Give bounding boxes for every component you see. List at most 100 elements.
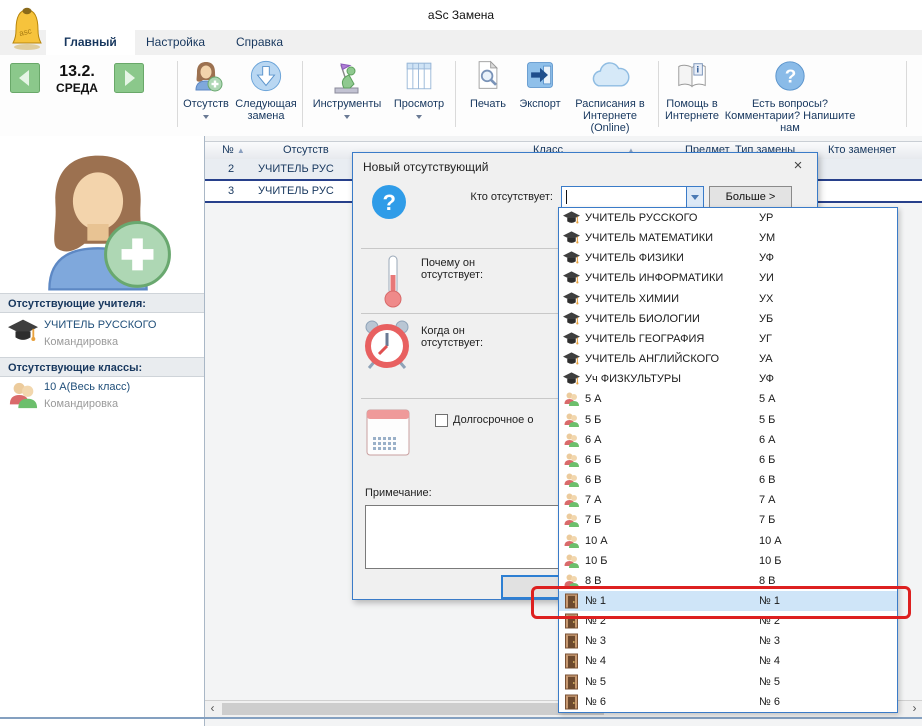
dropdown-item[interactable]: 5 А5 А xyxy=(559,389,897,409)
down-arrow-circle-icon xyxy=(249,59,283,97)
questions-feedback-button[interactable]: ? Есть вопросы? Комментарии? Напишите на… xyxy=(724,58,856,134)
class-people-icon xyxy=(8,380,38,410)
dropdown-item[interactable]: 10 А10 А xyxy=(559,531,897,551)
chevron-down-icon xyxy=(203,115,209,119)
who-absent-combobox[interactable] xyxy=(561,186,704,208)
column-header-absent[interactable]: Отсутств xyxy=(283,144,329,156)
door-icon xyxy=(563,653,580,669)
app-logo-bell-icon: asc xyxy=(10,6,44,50)
graduation-cap-icon xyxy=(563,331,580,347)
dropdown-item[interactable]: 10 Б10 Б xyxy=(559,551,897,571)
dropdown-item[interactable]: № 5№ 5 xyxy=(559,672,897,692)
dropdown-item-name: УЧИТЕЛЬ ГЕОГРАФИЯ xyxy=(585,333,704,345)
dropdown-item[interactable]: УЧИТЕЛЬ БИОЛОГИИУБ xyxy=(559,309,897,329)
column-header-substitute[interactable]: Кто заменяет xyxy=(828,144,896,156)
dropdown-item-code: № 6 xyxy=(759,696,780,708)
date-weekday: СРЕДА xyxy=(42,81,112,95)
absent-person-add-icon xyxy=(189,59,223,97)
dropdown-item[interactable]: 7 А7 А xyxy=(559,490,897,510)
close-icon[interactable]: × xyxy=(789,157,807,174)
dropdown-item-code: УИ xyxy=(759,272,774,284)
chevron-down-icon xyxy=(344,115,350,119)
dropdown-item-name: Уч ФИЗКУЛЬТУРЫ xyxy=(585,373,681,385)
dropdown-item[interactable]: 6 В6 В xyxy=(559,470,897,490)
dropdown-item-code: 5 А xyxy=(759,393,776,405)
dialog-title: Новый отсутствующий xyxy=(363,160,488,174)
absent-teacher-name: УЧИТЕЛЬ РУССКОГО xyxy=(44,319,156,331)
dropdown-item-name: № 5 xyxy=(585,676,606,688)
next-substitution-button[interactable]: Следующая замена xyxy=(232,58,300,134)
dropdown-item-code: УР xyxy=(759,212,773,224)
tabstrip: Главный Настройка Справка xyxy=(0,30,922,55)
window-title: aSc Замена xyxy=(0,8,922,22)
dropdown-item-code: № 4 xyxy=(759,655,780,667)
absent-class-item[interactable]: 10 А(Весь класс) Командировка xyxy=(0,377,204,419)
dropdown-item-code: УХ xyxy=(759,293,773,305)
dropdown-item-name: 6 А xyxy=(585,434,602,446)
dropdown-item[interactable]: УЧИТЕЛЬ АНГЛИЙСКОГОУА xyxy=(559,349,897,369)
tab-help[interactable]: Справка xyxy=(218,30,301,55)
view-button[interactable]: Просмотр xyxy=(388,58,450,134)
more-button[interactable]: Больше > xyxy=(709,186,792,209)
red-annotation-box xyxy=(531,586,911,619)
longterm-checkbox[interactable] xyxy=(435,414,448,427)
note-label: Примечание: xyxy=(365,487,432,499)
tab-main[interactable]: Главный xyxy=(46,30,135,55)
previous-day-button[interactable] xyxy=(10,63,40,93)
dropdown-item[interactable]: УЧИТЕЛЬ ФИЗИКИУФ xyxy=(559,248,897,268)
print-button[interactable]: Печать xyxy=(462,58,514,134)
tools-button[interactable]: Инструменты xyxy=(306,58,388,134)
dropdown-item-code: 6 А xyxy=(759,434,776,446)
row-number: 2 xyxy=(228,163,234,175)
online-timetables-button[interactable]: Расписания в Интернете (Online) xyxy=(566,58,654,134)
dropdown-item[interactable]: № 3№ 3 xyxy=(559,631,897,651)
graduation-cap-icon xyxy=(563,371,580,387)
absent-teacher-item[interactable]: УЧИТЕЛЬ РУССКОГО Командировка xyxy=(0,315,204,357)
dropdown-item-name: № 3 xyxy=(585,635,606,647)
graduation-cap-icon xyxy=(563,210,580,226)
combobox-dropdown-button[interactable] xyxy=(686,187,703,207)
absent-button[interactable]: Отсутств xyxy=(180,58,232,134)
dropdown-item[interactable]: УЧИТЕЛЬ РУССКОГОУР xyxy=(559,208,897,228)
ribbon-separator xyxy=(455,61,456,127)
columns-grid-icon xyxy=(402,59,436,97)
dropdown-item[interactable]: УЧИТЕЛЬ МАТЕМАТИКИУМ xyxy=(559,228,897,248)
dropdown-item[interactable]: УЧИТЕЛЬ ГЕОГРАФИЯУГ xyxy=(559,329,897,349)
dropdown-item[interactable]: УЧИТЕЛЬ ХИМИИ УХ xyxy=(559,289,897,309)
dropdown-item-name: УЧИТЕЛЬ ХИМИИ xyxy=(585,293,679,305)
dropdown-item[interactable]: 7 Б7 Б xyxy=(559,510,897,530)
dropdown-item[interactable]: Уч ФИЗКУЛЬТУРЫУФ xyxy=(559,369,897,389)
scroll-left-icon[interactable]: ‹ xyxy=(205,701,220,717)
dropdown-item-code: УФ xyxy=(759,252,774,264)
ribbon-separator xyxy=(658,61,659,127)
scroll-right-icon[interactable]: › xyxy=(907,701,922,717)
graduation-cap-icon xyxy=(563,291,580,307)
dropdown-item[interactable]: № 6№ 6 xyxy=(559,692,897,712)
dropdown-item[interactable]: 6 А 6 А xyxy=(559,430,897,450)
date-day: 13.2. xyxy=(42,63,112,81)
scrollbar-thumb[interactable] xyxy=(222,703,604,715)
dropdown-item-code: 5 Б xyxy=(759,414,775,426)
dropdown-item-code: 6 Б xyxy=(759,454,775,466)
dropdown-item-code: 7 А xyxy=(759,494,776,506)
next-day-button[interactable] xyxy=(114,63,144,93)
ribbon-separator xyxy=(177,61,178,127)
class-people-icon xyxy=(563,512,580,528)
tab-settings[interactable]: Настройка xyxy=(128,30,223,55)
print-preview-icon xyxy=(472,59,504,97)
dropdown-item-code: УБ xyxy=(759,313,773,325)
add-absent-teacher-avatar[interactable] xyxy=(22,148,174,292)
ribbon-separator xyxy=(302,61,303,127)
class-people-icon xyxy=(563,533,580,549)
dropdown-item[interactable]: УЧИТЕЛЬ ИНФОРМАТИКИУИ xyxy=(559,268,897,288)
export-button[interactable]: Экспорт xyxy=(514,58,566,134)
online-help-button[interactable]: i Помощь в Интернете xyxy=(662,58,722,134)
dropdown-item[interactable]: № 4№ 4 xyxy=(559,651,897,671)
dropdown-item[interactable]: 6 Б6 Б xyxy=(559,450,897,470)
view-label: Просмотр xyxy=(394,98,444,110)
column-header-number[interactable]: № ▲ xyxy=(222,144,245,156)
svg-text:?: ? xyxy=(785,67,797,88)
who-dropdown-list: УЧИТЕЛЬ РУССКОГОУРУЧИТЕЛЬ МАТЕМАТИКИУМУЧ… xyxy=(558,207,898,713)
dropdown-item-code: 10 А xyxy=(759,535,782,547)
dropdown-item[interactable]: 5 Б5 Б xyxy=(559,410,897,430)
